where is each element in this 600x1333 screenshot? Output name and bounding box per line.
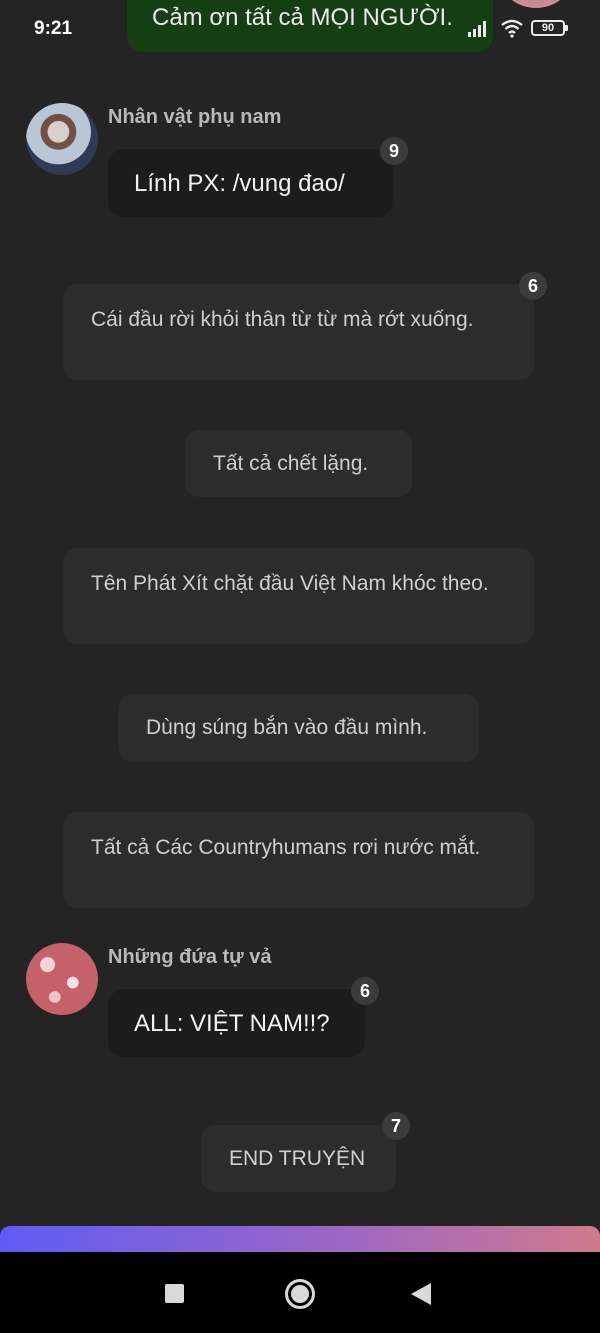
comment-count-badge[interactable]: 7 — [382, 1112, 410, 1140]
recent-apps-icon[interactable] — [165, 1284, 184, 1303]
message-bubble[interactable]: ALL: VIỆT NAM!!? — [108, 989, 365, 1057]
comment-count-badge[interactable]: 9 — [380, 137, 408, 165]
signal-icon — [468, 21, 486, 37]
back-icon[interactable] — [411, 1283, 431, 1305]
narration-bubble[interactable]: Tên Phát Xít chặt đầu Việt Nam khóc theo… — [63, 548, 534, 644]
message-text: ALL: VIỆT NAM!!? — [134, 1010, 330, 1037]
avatar-nhan-vat-phu-nam[interactable] — [26, 103, 98, 175]
narration-bubble[interactable]: Tất cả chết lặng. — [185, 430, 412, 497]
wifi-icon — [501, 19, 523, 38]
message-text: Lính PX: /vung đao/ — [134, 170, 345, 197]
narration-text: Tên Phát Xít chặt đầu Việt Nam khóc theo… — [91, 572, 489, 595]
end-bubble[interactable]: END TRUYỆN — [201, 1125, 396, 1192]
narration-bubble[interactable]: Tất cả Các Countryhumans rơi nước mắt. — [63, 812, 534, 908]
end-text: END TRUYỆN — [229, 1147, 366, 1170]
top-avatar[interactable] — [500, 0, 572, 8]
narration-bubble[interactable]: Dùng súng bắn vào đầu mình. — [118, 694, 479, 762]
speaker-name: Nhân vật phụ nam — [108, 106, 282, 128]
comment-count-badge[interactable]: 6 — [351, 977, 379, 1005]
speaker-name: Những đứa tự vả — [108, 946, 272, 968]
status-time: 9:21 — [34, 18, 73, 39]
top-message-text: Cảm ơn tất cả MỌI NGƯỜI. — [152, 4, 453, 31]
narration-text: Cái đầu rời khỏi thân từ từ mà rớt xuống… — [91, 308, 474, 331]
message-bubble[interactable]: Lính PX: /vung đao/ — [108, 149, 393, 217]
home-icon[interactable] — [285, 1279, 315, 1309]
narration-text: Tất cả chết lặng. — [213, 452, 369, 475]
narration-bubble[interactable]: Cái đầu rời khỏi thân từ từ mà rớt xuống… — [63, 284, 534, 380]
top-message-bubble[interactable]: Cảm ơn tất cả MỌI NGƯỜI. — [127, 0, 493, 52]
narration-text: Dùng súng bắn vào đầu mình. — [146, 716, 428, 739]
status-bar: Cảm ơn tất cả MỌI NGƯỜI. 9:21 90 — [0, 0, 600, 60]
comment-count-badge[interactable]: 6 — [519, 272, 547, 300]
narration-text: Tất cả Các Countryhumans rơi nước mắt. — [91, 836, 481, 859]
avatar-nhung-dua-tu-va[interactable] — [26, 943, 98, 1015]
battery-icon: 90 — [531, 20, 568, 36]
